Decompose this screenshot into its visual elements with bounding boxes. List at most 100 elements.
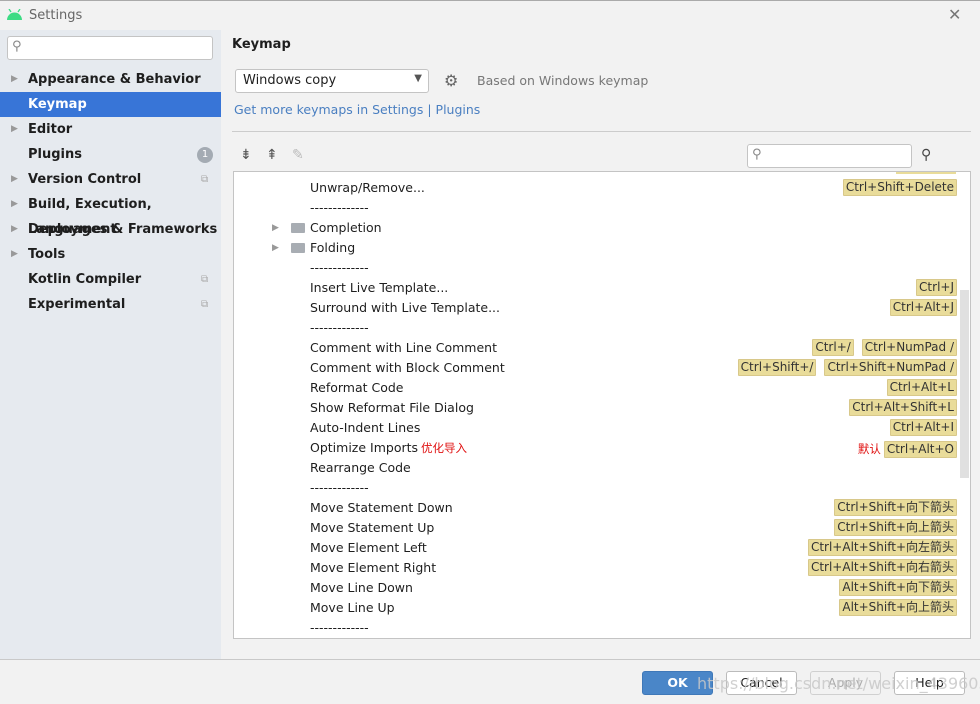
action-group-row[interactable]: ▶ Completion (234, 218, 959, 238)
shortcut-badge: Ctrl+Alt+J (889, 299, 957, 316)
action-row[interactable]: Move Line Down Alt+Shift+向下箭头 (234, 578, 959, 598)
action-row[interactable]: ------------- (234, 258, 959, 278)
project-level-icon: ⧉ (201, 174, 209, 185)
keymap-tree: Unwrap/Remove... Ctrl+Shift+Delete -------… (233, 171, 971, 639)
shortcut-badge: Ctrl+Shift+Delete (842, 179, 957, 196)
expand-arrow-icon[interactable]: ▶ (272, 238, 279, 258)
collapse-all-icon[interactable]: ⇞ (266, 147, 278, 163)
action-row[interactable]: Unwrap/Remove... Ctrl+Shift+Delete (234, 178, 959, 198)
expand-arrow-icon[interactable]: ▶ (272, 218, 279, 238)
sidebar-item-label: Keymap (28, 97, 87, 112)
expand-arrow-icon[interactable]: ▶ (11, 67, 18, 92)
action-row[interactable]: Move Statement Up Ctrl+Shift+向上箭头 (234, 518, 959, 538)
action-row[interactable]: Auto-Indent Lines Ctrl+Alt+I (234, 418, 959, 438)
action-label: Folding (310, 240, 356, 255)
shortcut-badge: Alt+Shift+向下箭头 (839, 579, 957, 596)
settings-search-input[interactable]: ⚲ (7, 36, 213, 60)
shortcut-badge: Ctrl+Alt+O (883, 440, 957, 458)
action-row[interactable]: ------------- (234, 198, 959, 218)
expand-arrow-icon[interactable]: ▶ (11, 117, 18, 142)
project-level-icon: ⧉ (201, 274, 209, 285)
expand-arrow-icon[interactable]: ▶ (11, 167, 18, 192)
get-more-keymaps-link[interactable]: Get more keymaps in Settings | Plugins (234, 102, 480, 117)
annotation-note: 优化导入 (421, 441, 468, 455)
action-label: Unwrap/Remove... (310, 180, 425, 195)
expand-arrow-icon[interactable]: ▶ (11, 217, 18, 242)
gear-icon[interactable]: ⚙ (444, 71, 458, 90)
action-row[interactable]: Insert Live Template... Ctrl+J (234, 278, 959, 298)
based-on-label: Based on Windows keymap (477, 73, 649, 88)
expand-arrow-icon[interactable]: ▶ (11, 192, 18, 217)
ok-button[interactable]: OK (642, 671, 713, 695)
action-row[interactable]: Move Statement Down Ctrl+Shift+向下箭头 (234, 498, 959, 518)
action-row[interactable]: Optimize Imports 优化导入 默认 Ctrl+Alt+O (234, 438, 959, 458)
apply-button: Apply (810, 671, 881, 695)
action-row[interactable]: Move Line Up Alt+Shift+向上箭头 (234, 598, 959, 618)
divider (232, 131, 971, 132)
close-icon[interactable]: ✕ (948, 5, 961, 24)
sidebar-item-experimental[interactable]: Experimental ⧉ (0, 292, 221, 317)
action-row[interactable]: ------------- (234, 478, 959, 498)
default-note: 默认 (857, 442, 881, 456)
action-row[interactable]: Comment with Block Comment Ctrl+Shift+/ Ct… (234, 358, 959, 378)
sidebar-item-version-control[interactable]: ▶ Version Control ⧉ (0, 167, 221, 192)
sidebar-item-label: Version Control (28, 172, 142, 187)
shortcut-badge: Ctrl+NumPad / (861, 339, 957, 356)
sidebar-item-label: Kotlin Compiler (28, 272, 142, 287)
action-row[interactable]: Rearrange Code (234, 458, 959, 478)
folder-icon (291, 223, 305, 233)
action-row[interactable]: Move Element Right Ctrl+Alt+Shift+向右箭头 (234, 558, 959, 578)
action-label: ------------- (310, 260, 369, 275)
scrollbar[interactable] (960, 290, 969, 478)
folder-icon (291, 243, 305, 253)
shortcut-badge: Ctrl+J (916, 279, 957, 296)
action-label: ------------- (310, 200, 369, 215)
shortcut-badge: Ctrl+Alt+I (889, 419, 957, 436)
sidebar-item-kotlin-compiler[interactable]: Kotlin Compiler ⧉ (0, 267, 221, 292)
action-row[interactable]: Reformat Code Ctrl+Alt+L (234, 378, 959, 398)
sidebar-item-languages-frameworks[interactable]: ▶ Languages & Frameworks (0, 217, 221, 242)
shortcut-badge: Ctrl+Alt+Shift+向右箭头 (807, 559, 957, 576)
shortcut-badge: Ctrl+Shift+向下箭头 (834, 499, 957, 516)
action-row[interactable]: Show Reformat File Dialog Ctrl+Alt+Shift+… (234, 398, 959, 418)
action-row[interactable]: ------------- (234, 618, 959, 638)
action-label: Move Statement Up (310, 520, 435, 535)
action-label: Move Statement Down (310, 500, 453, 515)
find-by-shortcut-icon[interactable]: ⚲ (921, 147, 931, 163)
title-bar: Settings ✕ (0, 0, 980, 30)
expand-arrow-icon[interactable]: ▶ (11, 242, 18, 267)
action-group-row[interactable]: ▶ Folding (234, 238, 959, 258)
action-row[interactable]: ------------- (234, 318, 959, 338)
expand-all-icon[interactable]: ⇟ (240, 147, 252, 163)
shortcut-badge: Ctrl+Shift+/ (737, 359, 817, 376)
divider (0, 659, 980, 660)
cancel-button[interactable]: Cancel (726, 671, 797, 695)
action-label: Surround with Live Template... (310, 300, 500, 315)
update-count-badge: 1 (197, 147, 213, 163)
sidebar-item-build-execution-deployment[interactable]: ▶ Build, Execution, Deployment (0, 192, 221, 237)
sidebar-item-editor[interactable]: ▶ Editor (0, 117, 221, 142)
shortcut-badge: Ctrl+Alt+Shift+向左箭头 (807, 539, 957, 556)
sidebar-item-label: Tools (28, 247, 66, 262)
action-label: ------------- (310, 620, 369, 635)
sidebar-item-label: Languages & Frameworks (28, 222, 218, 237)
keymap-search-input[interactable]: ⚲ (747, 144, 912, 168)
action-row[interactable]: Comment with Line Comment Ctrl+/ Ctrl+NumP… (234, 338, 959, 358)
shortcut-badge (896, 172, 956, 174)
action-row[interactable]: Move Element Left Ctrl+Alt+Shift+向左箭头 (234, 538, 959, 558)
keymap-value: Windows copy (243, 73, 337, 88)
edit-icon: ✎ (292, 147, 304, 163)
action-label: ------------- (310, 320, 369, 335)
chevron-down-icon: ▼ (414, 73, 422, 84)
action-row[interactable]: Surround with Live Template... Ctrl+Alt+J (234, 298, 959, 318)
action-label: Comment with Block Comment (310, 360, 505, 375)
help-button[interactable]: Help (894, 671, 965, 695)
sidebar-item-appearance-behavior[interactable]: ▶ Appearance & Behavior (0, 67, 221, 92)
project-level-icon: ⧉ (201, 299, 209, 310)
android-logo-icon (7, 9, 22, 20)
sidebar-item-plugins[interactable]: Plugins 1 (0, 142, 221, 167)
sidebar-item-keymap[interactable]: Keymap (0, 92, 221, 117)
sidebar-item-tools[interactable]: ▶ Tools (0, 242, 221, 267)
action-label: Completion (310, 220, 382, 235)
keymap-select[interactable]: Windows copy ▼ (235, 69, 429, 93)
